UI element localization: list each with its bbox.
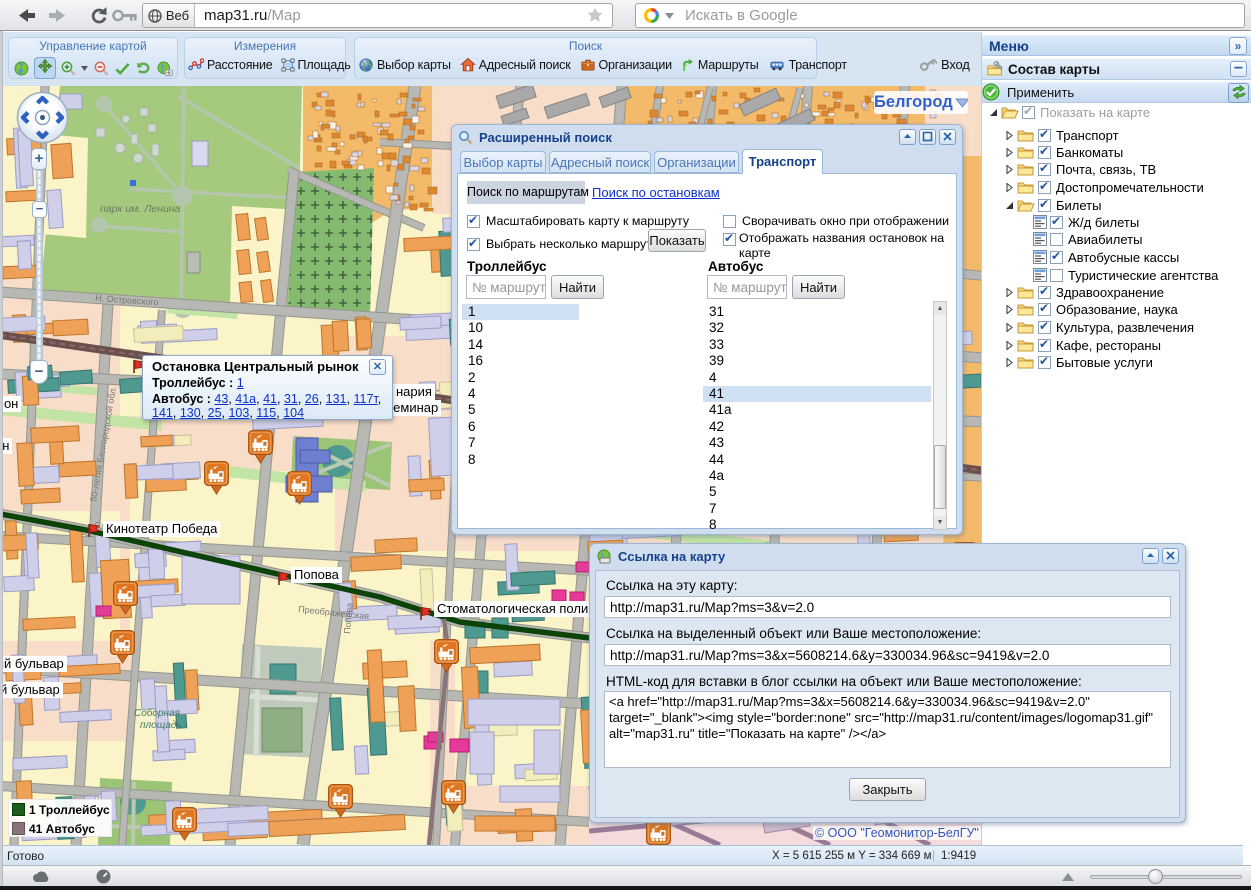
svg-text:площадь: площадь <box>140 720 182 731</box>
svg-text:парк им. Ленина: парк им. Ленина <box>100 203 181 215</box>
svg-text:Соборная: Соборная <box>134 707 181 719</box>
